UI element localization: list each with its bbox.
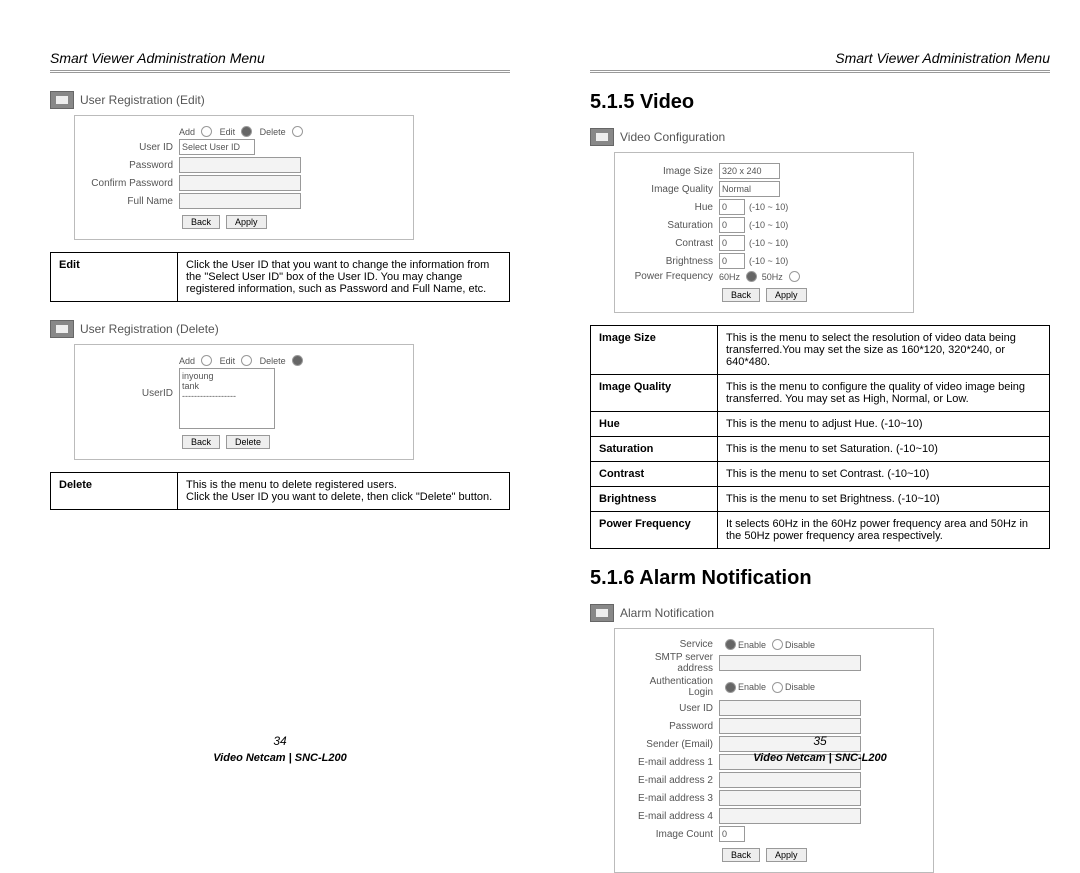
- screenshot-user-reg-delete: Add Edit Delete UserID inyoung tank ----…: [74, 344, 414, 460]
- image-count-select[interactable]: 0: [719, 826, 745, 842]
- delete-label: Delete: [260, 127, 286, 137]
- email4-field[interactable]: [719, 808, 861, 824]
- text-delete: This is the menu to delete registered us…: [178, 473, 510, 510]
- footer-right: 35 Video Netcam | SNC-L200: [590, 734, 1050, 764]
- panel-title-text: User Registration (Delete): [80, 322, 219, 336]
- image-size-select[interactable]: 320 x 240: [719, 163, 780, 179]
- panel-icon: [590, 604, 614, 622]
- panel-title-user-reg-delete: User Registration (Delete): [50, 320, 510, 338]
- password-field[interactable]: [179, 157, 301, 173]
- radio-icon: [201, 355, 212, 366]
- confirm-password-field[interactable]: [179, 175, 301, 191]
- screenshot-user-reg-edit: Add Edit Delete User IDSelect User ID Pa…: [74, 115, 414, 240]
- panel-title-text: User Registration (Edit): [80, 93, 205, 107]
- page-number: 34: [50, 734, 510, 748]
- radio-icon: [201, 126, 212, 137]
- edit-label: Edit: [220, 127, 236, 137]
- radio-filled-icon: [292, 355, 303, 366]
- screenshot-video-config: Image Size320 x 240 Image QualityNormal …: [614, 152, 914, 313]
- page-header-right: Smart Viewer Administration Menu: [590, 50, 1050, 73]
- radio-50hz-icon[interactable]: [789, 271, 800, 282]
- product-line: Video Netcam | SNC-L200: [753, 752, 887, 764]
- radio-disable-icon[interactable]: [772, 639, 783, 650]
- apply-button[interactable]: Apply: [766, 848, 807, 862]
- text-edit: Click the User ID that you want to chang…: [178, 253, 510, 302]
- add-label: Add: [179, 127, 195, 137]
- table-video-desc: Image SizeThis is the menu to select the…: [590, 325, 1050, 549]
- table-edit-desc: Edit Click the User ID that you want to …: [50, 252, 510, 302]
- page-number: 35: [590, 734, 1050, 748]
- radio-filled-icon: [241, 126, 252, 137]
- alarm-userid-field[interactable]: [719, 700, 861, 716]
- page-header-left: Smart Viewer Administration Menu: [50, 50, 510, 73]
- hue-field[interactable]: 0: [719, 199, 745, 215]
- page-34: Smart Viewer Administration Menu User Re…: [0, 0, 540, 780]
- section-video: 5.1.5 Video: [590, 91, 1050, 114]
- back-button[interactable]: Back: [722, 288, 760, 302]
- smtp-field[interactable]: [719, 655, 861, 671]
- back-button[interactable]: Back: [182, 215, 220, 229]
- radio-auth-disable-icon[interactable]: [772, 682, 783, 693]
- radio-auth-enable-icon[interactable]: [725, 682, 736, 693]
- email3-field[interactable]: [719, 790, 861, 806]
- saturation-field[interactable]: 0: [719, 217, 745, 233]
- back-button[interactable]: Back: [722, 848, 760, 862]
- image-quality-select[interactable]: Normal: [719, 181, 780, 197]
- page-35: Smart Viewer Administration Menu 5.1.5 V…: [540, 0, 1080, 780]
- radio-icon: [241, 355, 252, 366]
- key-delete: Delete: [51, 473, 178, 510]
- brightness-field[interactable]: 0: [719, 253, 745, 269]
- radio-enable-icon[interactable]: [725, 639, 736, 650]
- select-user-id[interactable]: Select User ID: [179, 139, 255, 155]
- contrast-field[interactable]: 0: [719, 235, 745, 251]
- apply-button[interactable]: Apply: [226, 215, 267, 229]
- product-line: Video Netcam | SNC-L200: [213, 752, 347, 764]
- section-alarm: 5.1.6 Alarm Notification: [590, 567, 1050, 590]
- panel-title-user-reg-edit: User Registration (Edit): [50, 91, 510, 109]
- alarm-password-field[interactable]: [719, 718, 861, 734]
- key-edit: Edit: [51, 253, 178, 302]
- footer-left: 34 Video Netcam | SNC-L200: [50, 734, 510, 764]
- radio-icon: [292, 126, 303, 137]
- panel-icon: [590, 128, 614, 146]
- radio-60hz-icon[interactable]: [746, 271, 757, 282]
- back-button[interactable]: Back: [182, 435, 220, 449]
- user-list[interactable]: inyoung tank ------------------: [179, 368, 275, 429]
- panel-title-alarm: Alarm Notification: [590, 604, 1050, 622]
- email2-field[interactable]: [719, 772, 861, 788]
- apply-button[interactable]: Apply: [766, 288, 807, 302]
- panel-title-video-config: Video Configuration: [590, 128, 1050, 146]
- panel-icon: [50, 320, 74, 338]
- table-delete-desc: Delete This is the menu to delete regist…: [50, 472, 510, 510]
- panel-icon: [50, 91, 74, 109]
- delete-button[interactable]: Delete: [226, 435, 270, 449]
- fullname-field[interactable]: [179, 193, 301, 209]
